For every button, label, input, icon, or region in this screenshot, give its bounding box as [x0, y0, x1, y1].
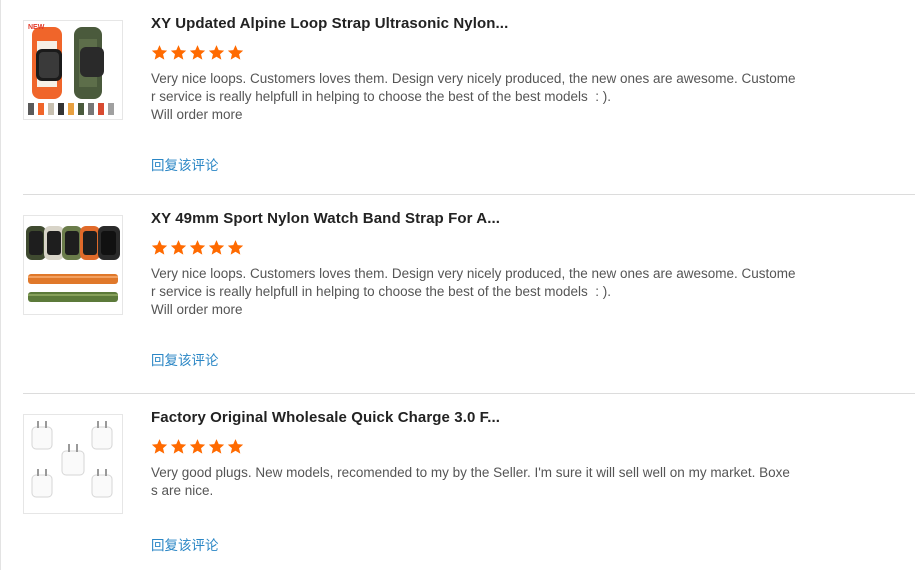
star-icon — [151, 240, 168, 255]
star-icon — [189, 439, 206, 454]
comment-line: Will order more — [151, 302, 243, 317]
left-border — [0, 0, 1, 570]
product-thumbnail[interactable] — [23, 414, 123, 514]
product-image-watch-straps: NEW — [24, 21, 122, 119]
review-comment: Very nice loops. Customers loves them. D… — [151, 70, 803, 124]
star-icon — [189, 45, 206, 60]
review-comment: Very nice loops. Customers loves them. D… — [151, 265, 803, 319]
star-icon — [227, 240, 244, 255]
rating-stars — [151, 239, 244, 259]
product-thumbnail[interactable]: NEW — [23, 20, 123, 120]
reply-to-review-link[interactable]: 回复该评论 — [151, 154, 219, 174]
star-icon — [189, 240, 206, 255]
product-thumbnail[interactable] — [23, 215, 123, 315]
review-comment: Very good plugs. New models, recomended … — [151, 464, 803, 500]
product-title[interactable]: XY Updated Alpine Loop Strap Ultrasonic … — [151, 15, 571, 32]
review-item: XY 49mm Sport Nylon Watch Band Strap For… — [23, 195, 915, 394]
star-icon — [170, 240, 187, 255]
rating-stars — [151, 438, 244, 458]
star-icon — [208, 240, 225, 255]
badge-new: NEW — [28, 24, 45, 31]
star-icon — [170, 439, 187, 454]
star-icon — [151, 45, 168, 60]
comment-line: Very nice loops. Customers loves them. D… — [151, 71, 796, 86]
comment-line: Very good plugs. New models, recomended … — [151, 465, 790, 480]
comment-line: r service is really helpfull in helping … — [151, 89, 611, 104]
star-icon — [208, 439, 225, 454]
star-icon — [208, 45, 225, 60]
comment-line: s are nice. — [151, 483, 214, 498]
product-image-chargers — [24, 415, 122, 513]
star-icon — [227, 45, 244, 60]
reply-to-review-link[interactable]: 回复该评论 — [151, 534, 219, 554]
comment-line: Very nice loops. Customers loves them. D… — [151, 266, 796, 281]
review-item: NEW XY Updated Alpine Loop Strap Ultraso… — [23, 0, 915, 195]
star-icon — [151, 439, 168, 454]
review-item: Factory Original Wholesale Quick Charge … — [23, 394, 915, 570]
star-icon — [227, 439, 244, 454]
product-title[interactable]: XY 49mm Sport Nylon Watch Band Strap For… — [151, 210, 571, 227]
rating-stars — [151, 44, 244, 64]
comment-line: r service is really helpfull in helping … — [151, 284, 611, 299]
product-image-watch-bands — [24, 216, 122, 314]
product-title[interactable]: Factory Original Wholesale Quick Charge … — [151, 409, 571, 426]
star-icon — [170, 45, 187, 60]
comment-line: Will order more — [151, 107, 243, 122]
reply-to-review-link[interactable]: 回复该评论 — [151, 349, 219, 369]
